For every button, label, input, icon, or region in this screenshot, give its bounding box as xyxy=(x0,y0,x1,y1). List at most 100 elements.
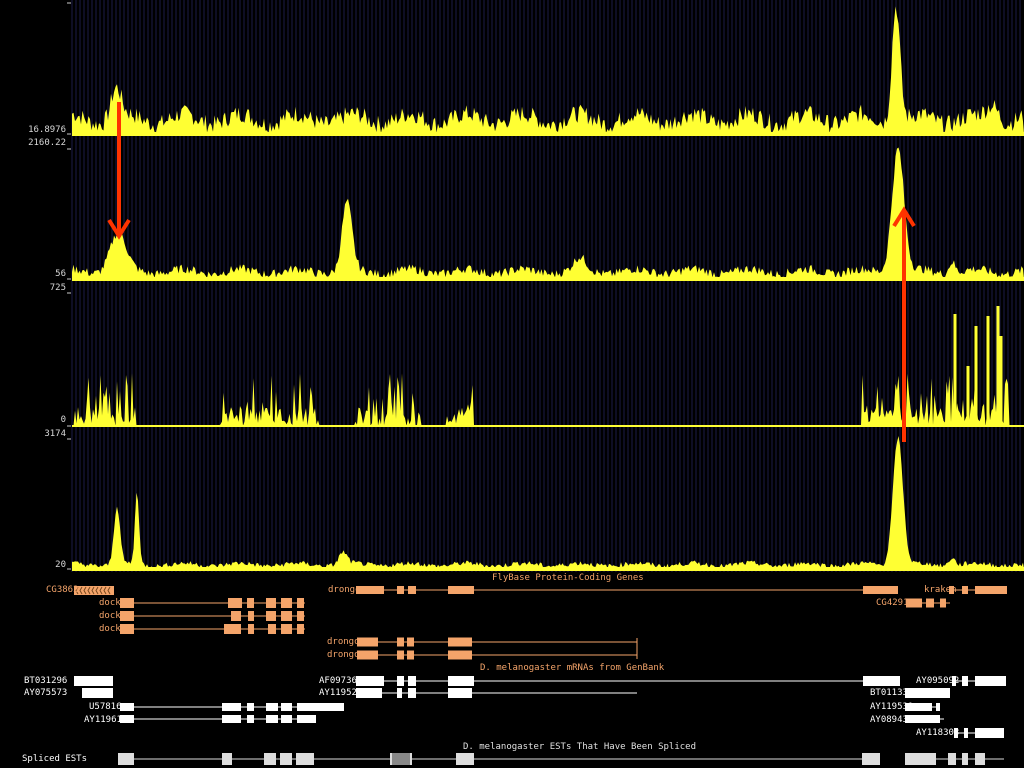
gene-drongo-exon xyxy=(863,586,898,594)
gene-drongo-exon xyxy=(397,586,404,594)
gene-dock-2-exon xyxy=(248,611,254,621)
gene-drongo-3-exon xyxy=(407,650,414,660)
mrna-label-ay089433[interactable]: AY089433 xyxy=(870,715,913,725)
gene-dock-3-exon xyxy=(224,624,241,634)
gene-dock-3-exon xyxy=(281,624,292,634)
track3-spike xyxy=(996,306,1000,426)
track4-ymin-label: 20 xyxy=(55,560,66,570)
mrna-label-u57816[interactable]: U57816 xyxy=(89,702,122,712)
gene-dock-2-exon xyxy=(231,611,241,621)
gene-drongo-3-exon xyxy=(397,650,404,660)
mrna-ay118303-exon xyxy=(975,728,1004,738)
gene-dock-1-exon xyxy=(297,598,304,608)
gene-dock-3-exon xyxy=(120,624,134,634)
gene-label-dock-3[interactable]: dock xyxy=(99,624,121,634)
est-spliced-exon xyxy=(264,753,276,765)
gene-label-kraken[interactable]: kraken xyxy=(924,585,957,595)
mrna-ay119526-exon xyxy=(448,688,472,698)
gene-label-drongo-3[interactable]: drongo xyxy=(327,650,360,660)
est-spliced-right-exon xyxy=(948,753,956,765)
track2-ymin-label: 56 xyxy=(55,269,66,279)
gene-label-dock-1[interactable]: dock xyxy=(99,598,121,608)
gene-cg4291-exon xyxy=(940,598,946,608)
mrna-u57816-exon xyxy=(120,703,134,711)
track3-spike xyxy=(974,326,978,426)
est-spliced-exon xyxy=(222,753,232,765)
gene-kraken-exon xyxy=(962,586,968,594)
mrna-u57816-exon xyxy=(222,703,241,711)
gene-kraken-exon xyxy=(975,586,1007,594)
gene-dock-2-exon xyxy=(281,611,292,621)
mrna-u57816-exon xyxy=(297,703,344,711)
est-row-label: Spliced ESTs xyxy=(22,754,88,764)
mrna-label-ay075573[interactable]: AY075573 xyxy=(24,688,67,698)
genome-browser-view: 16.8976 2160.22 56 725 0 3174 20 FlyBase… xyxy=(0,0,1024,768)
gene-dock-2-exon xyxy=(297,611,304,621)
gene-track-title: FlyBase Protein-Coding Genes xyxy=(492,573,644,583)
gene-drongo-2-exon xyxy=(448,637,472,647)
mrna-label-ay095092[interactable]: AY095092 xyxy=(916,676,959,686)
gene-cg4291-exon xyxy=(926,598,934,608)
track3-spike xyxy=(999,336,1003,426)
track3-spike xyxy=(986,316,990,426)
gene-dock-1-exon xyxy=(120,598,134,608)
est-spliced-exon xyxy=(118,753,134,765)
est-spliced-exon xyxy=(862,753,880,765)
mrna-ay119614-exon xyxy=(222,715,241,723)
tracks-canvas xyxy=(67,0,1024,765)
mrna-ay119614-exon xyxy=(297,715,316,723)
mrna-label-ay118303[interactable]: AY118303 xyxy=(916,728,959,738)
track3-spike xyxy=(966,366,970,426)
mrna-bt031296-exon xyxy=(74,676,113,686)
est-dense-block xyxy=(392,753,410,765)
gene-dock-3-exon xyxy=(297,624,304,634)
mrna-label-ay119526[interactable]: AY119526 xyxy=(319,688,362,698)
gene-label-dock-2[interactable]: dock xyxy=(99,611,121,621)
gene-dock-1-exon xyxy=(266,598,276,608)
mrna-label-bt011334[interactable]: BT011334 xyxy=(870,688,913,698)
mrna-ay095092-exon xyxy=(962,676,968,686)
mrna-ay119531-exon xyxy=(936,703,940,711)
track3-ymin-label: 0 xyxy=(60,415,66,425)
gene-dock-2-exon xyxy=(266,611,276,621)
gene-label-cg4291[interactable]: CG4291 xyxy=(876,598,909,608)
mrna-ay119526-exon xyxy=(408,688,416,698)
mrna-ay095092-exon xyxy=(975,676,1006,686)
gene-drongo-exon xyxy=(408,586,416,594)
mrna-ay119614-exon xyxy=(266,715,278,723)
mrna-u57816-exon xyxy=(266,703,278,711)
track4-ymax-label: 3174 xyxy=(44,429,66,439)
gene-drongo-3-exon xyxy=(357,650,378,660)
gene-dock-3-exon xyxy=(268,624,276,634)
mrna-ay119614-exon xyxy=(281,715,292,723)
mrna-label-ay119614[interactable]: AY119614 xyxy=(84,715,127,725)
gene-dock-3-exon xyxy=(248,624,254,634)
track1-ymin-label: 16.8976 xyxy=(28,125,66,135)
est-spliced-right-exon xyxy=(975,753,985,765)
mrna-ay075573-exon xyxy=(82,688,113,698)
mrna-label-af097364[interactable]: AF097364 xyxy=(319,676,362,686)
gene-label-cg3862[interactable]: CG3862 xyxy=(46,585,79,595)
est-spliced-exon xyxy=(456,753,474,765)
mrna-af097364-exon xyxy=(448,676,474,686)
gene-dock-2-exon xyxy=(120,611,134,621)
mrna-af097364-exon xyxy=(408,676,416,686)
track3-ymax-label: 725 xyxy=(49,283,66,293)
mrna-label-bt031296[interactable]: BT031296 xyxy=(24,676,67,686)
mrna-ay119526-exon xyxy=(397,688,402,698)
gene-drongo-exon xyxy=(448,586,474,594)
est-spliced-exon xyxy=(296,753,314,765)
mrna-label-ay119531[interactable]: AY119531 xyxy=(870,702,913,712)
gene-dock-1-exon xyxy=(247,598,254,608)
gene-drongo-2-exon xyxy=(357,637,378,647)
track3-spike xyxy=(953,314,957,426)
track2-ymax-label: 2160.22 xyxy=(28,138,66,148)
gene-label-drongo[interactable]: drongo xyxy=(328,585,361,595)
gene-label-drongo-2[interactable]: drongo xyxy=(327,637,360,647)
est-spliced-right-exon xyxy=(905,753,936,765)
mrna-af097364-exon xyxy=(397,676,404,686)
gene-drongo-2-exon xyxy=(407,637,414,647)
mrna-track-title: D. melanogaster mRNAs from GenBank xyxy=(480,663,665,673)
gene-drongo-2-exon xyxy=(397,637,404,647)
gene-dock-1-exon xyxy=(228,598,242,608)
